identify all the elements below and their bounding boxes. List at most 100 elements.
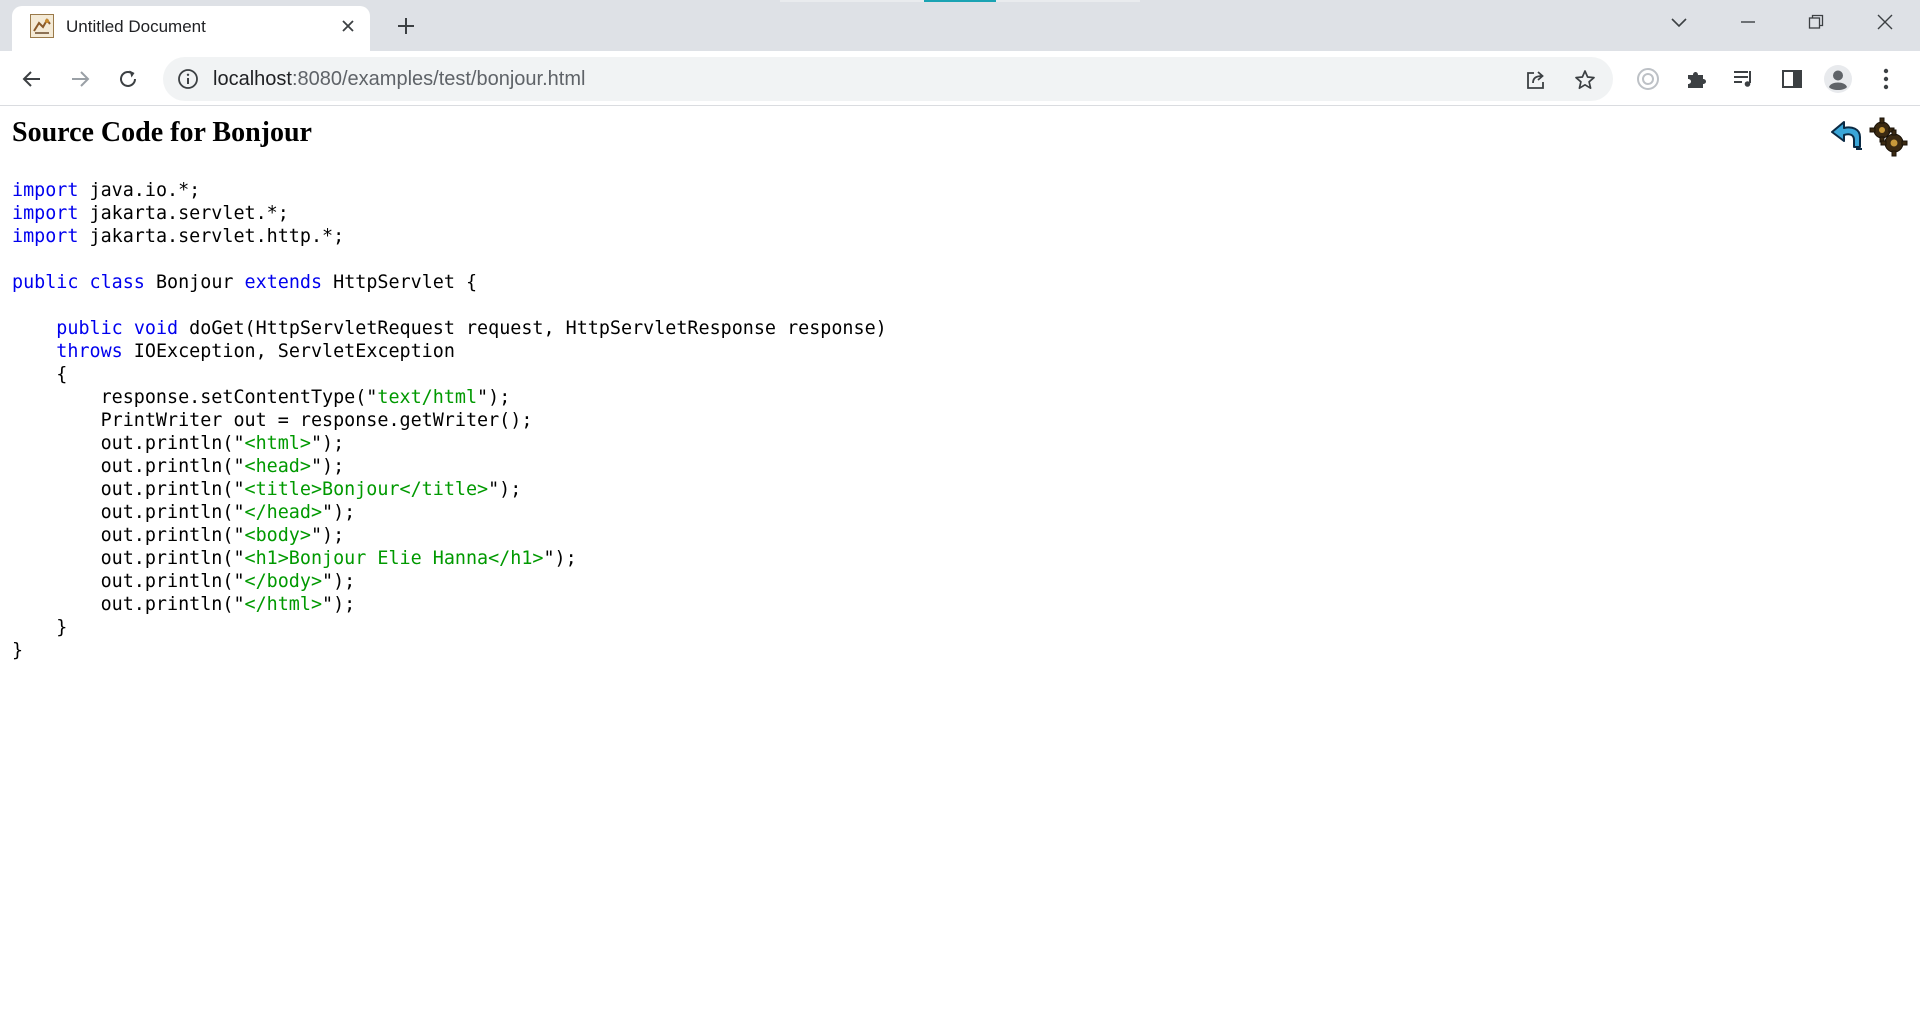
code-text: PrintWriter out = response.getWriter(); bbox=[12, 410, 533, 431]
code-line: } bbox=[12, 639, 887, 662]
code-text: response.setContentType(" bbox=[12, 387, 378, 408]
code-line: out.println("</body>"); bbox=[12, 570, 887, 593]
code-text: out.println(" bbox=[12, 502, 245, 523]
url-host: localhost bbox=[213, 68, 292, 90]
code-text: "); bbox=[310, 456, 345, 477]
chevron-down-icon[interactable] bbox=[1651, 0, 1707, 44]
restore-icon[interactable] bbox=[1788, 0, 1844, 44]
code-text: jakarta.servlet.http.*; bbox=[78, 226, 345, 247]
url-text[interactable]: localhost:8080/examples/test/bonjour.htm… bbox=[213, 68, 585, 91]
code-text: "); bbox=[322, 571, 356, 592]
code-string: text/html bbox=[377, 387, 478, 408]
code-text: out.println(" bbox=[12, 594, 245, 615]
code-keyword: import bbox=[12, 203, 79, 224]
kebab-menu-icon[interactable] bbox=[1871, 64, 1901, 94]
reload-icon[interactable] bbox=[110, 61, 146, 97]
side-panel-icon[interactable] bbox=[1777, 64, 1807, 94]
code-string: <body> bbox=[244, 525, 311, 546]
code-keyword: public bbox=[56, 318, 123, 339]
code-string: </body> bbox=[244, 571, 323, 592]
code-text: "); bbox=[322, 594, 356, 615]
plus-icon[interactable] bbox=[390, 10, 422, 42]
code-string: </html> bbox=[244, 594, 323, 615]
code-text: IOException, ServletException bbox=[122, 341, 455, 362]
star-icon[interactable] bbox=[1573, 68, 1597, 92]
tomcat-favicon-icon bbox=[30, 14, 54, 38]
code-line: out.println("<body>"); bbox=[12, 524, 887, 547]
code-line: import jakarta.servlet.http.*; bbox=[12, 225, 887, 248]
code-text: out.println(" bbox=[12, 548, 245, 569]
code-keyword: import bbox=[12, 180, 79, 201]
code-text: } bbox=[12, 617, 68, 638]
share-icon[interactable] bbox=[1524, 68, 1548, 92]
page-title: Source Code for Bonjour bbox=[12, 117, 312, 148]
code-text: "); bbox=[322, 502, 356, 523]
tab-loading-indicator bbox=[924, 0, 996, 2]
code-line: out.println("<head>"); bbox=[12, 455, 887, 478]
code-text: out.println(" bbox=[12, 433, 245, 454]
code-line: public void doGet(HttpServletRequest req… bbox=[12, 317, 886, 340]
code-line: response.setContentType("text/html"); bbox=[12, 386, 887, 409]
puzzle-icon[interactable] bbox=[1681, 64, 1711, 94]
page-content: Source Code for Bonjour import java.io.*… bbox=[0, 107, 1920, 1020]
code-keyword: public bbox=[12, 272, 79, 293]
code-line: out.println("<h1>Bonjour Elie Hanna</h1>… bbox=[12, 547, 887, 570]
code-line: out.println("</html>"); bbox=[12, 593, 887, 616]
code-text: { bbox=[12, 364, 68, 385]
tab-title: Untitled Document bbox=[66, 17, 206, 36]
gears-icon[interactable] bbox=[1868, 117, 1908, 157]
code-line: { bbox=[12, 363, 887, 386]
code-text: Bonjour bbox=[144, 272, 245, 293]
code-keyword: void bbox=[133, 318, 179, 339]
code-text: out.println(" bbox=[12, 525, 245, 546]
minimize-icon[interactable] bbox=[1720, 0, 1776, 44]
code-string: </head> bbox=[244, 502, 323, 523]
profile-avatar-icon[interactable] bbox=[1823, 64, 1853, 94]
code-text: } bbox=[12, 640, 24, 661]
url-path: :8080/examples/test/bonjour.html bbox=[291, 68, 586, 90]
code-string: <h1>Bonjour Elie Hanna</h1> bbox=[244, 548, 544, 569]
code-line: out.println("</head>"); bbox=[12, 501, 887, 524]
code-line: out.println("<title>Bonjour</title>"); bbox=[12, 478, 887, 501]
code-string: <head> bbox=[244, 456, 311, 477]
code-text: "); bbox=[310, 525, 345, 546]
corner-icons bbox=[1828, 117, 1908, 157]
forward-arrow-icon[interactable] bbox=[62, 61, 98, 97]
code-text: HttpServlet { bbox=[322, 272, 478, 293]
code-line: out.println("<html>"); bbox=[12, 432, 887, 455]
code-line: } bbox=[12, 616, 887, 639]
code-line: throws IOException, ServletException bbox=[12, 340, 887, 363]
code-keyword: import bbox=[12, 226, 79, 247]
code-line: PrintWriter out = response.getWriter(); bbox=[12, 409, 887, 432]
info-icon[interactable] bbox=[177, 68, 199, 90]
code-line: import jakarta.servlet.*; bbox=[12, 202, 887, 225]
close-window-icon[interactable] bbox=[1857, 0, 1913, 44]
code-text: java.io.*; bbox=[78, 180, 201, 201]
media-queue-icon[interactable] bbox=[1729, 64, 1759, 94]
code-string: <title>Bonjour</title> bbox=[244, 479, 489, 500]
return-arrow-icon[interactable] bbox=[1828, 117, 1868, 157]
active-tab[interactable]: Untitled Document bbox=[12, 6, 370, 51]
code-text: "); bbox=[488, 479, 522, 500]
code-text: jakarta.servlet.*; bbox=[78, 203, 289, 224]
extension-circle-icon[interactable] bbox=[1633, 64, 1663, 94]
code-string: <html> bbox=[244, 433, 311, 454]
tab-strip: Untitled Document bbox=[0, 0, 1920, 51]
code-text: "); bbox=[310, 433, 345, 454]
back-arrow-icon[interactable] bbox=[14, 61, 50, 97]
code-keyword: extends bbox=[244, 272, 323, 293]
address-bar[interactable]: localhost:8080/examples/test/bonjour.htm… bbox=[163, 57, 1613, 101]
source-code-block: import java.io.*; import jakarta.servlet.… bbox=[12, 179, 887, 662]
code-keyword: throws bbox=[56, 341, 123, 362]
code-line: public class Bonjour extends HttpServlet… bbox=[12, 271, 887, 294]
code-line: import java.io.*; bbox=[12, 179, 887, 202]
code-text: out.println(" bbox=[12, 479, 245, 500]
close-icon[interactable] bbox=[334, 12, 362, 40]
code-keyword: class bbox=[89, 272, 145, 293]
